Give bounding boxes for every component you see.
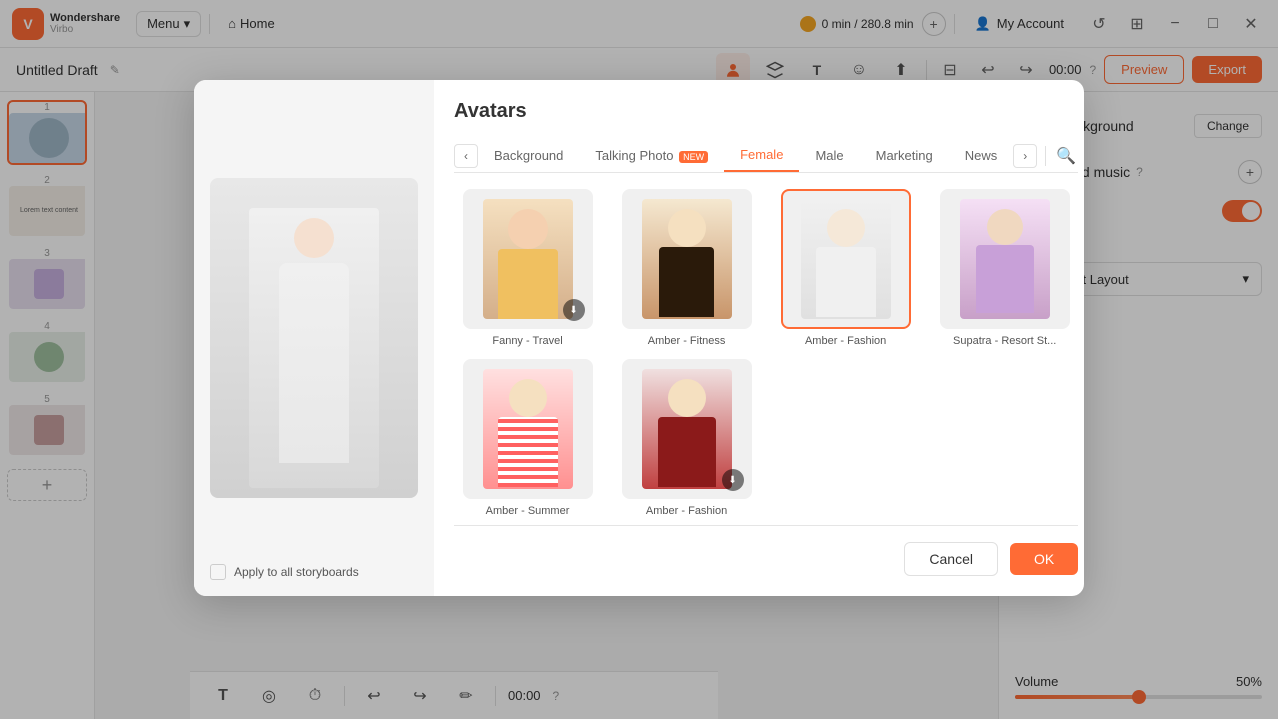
avatar-amber-fashion2-image: ⬇ bbox=[622, 359, 752, 499]
download-icon2: ⬇ bbox=[722, 469, 744, 491]
avatar-supatra-image bbox=[940, 189, 1070, 329]
tabs-next-button[interactable]: › bbox=[1013, 144, 1037, 168]
tab-background[interactable]: Background bbox=[478, 140, 579, 171]
avatar-amber-fashion2-name: Amber - Fashion bbox=[646, 505, 727, 517]
tab-female[interactable]: Female bbox=[724, 139, 799, 172]
tab-news[interactable]: News bbox=[949, 140, 1014, 171]
cancel-button[interactable]: Cancel bbox=[904, 542, 998, 576]
modal-tabs: ‹ Background Talking Photo NEW Female Ma… bbox=[454, 139, 1078, 173]
avatar-amber-fashion[interactable]: Amber - Fashion bbox=[772, 189, 919, 347]
ok-button[interactable]: OK bbox=[1010, 543, 1078, 575]
avatar-amber-fitness-image bbox=[622, 189, 752, 329]
avatar-fanny-travel-name: Fanny - Travel bbox=[492, 335, 562, 347]
avatar-supatra[interactable]: Supatra - Resort St... bbox=[931, 189, 1078, 347]
tab-search-button[interactable]: 🔍 bbox=[1054, 144, 1078, 168]
modal-content-panel: Avatars ‹ Background Talking Photo NEW F… bbox=[434, 80, 1084, 596]
avatar-grid: ⬇ Fanny - Travel Amber - Fitness bbox=[454, 189, 1078, 517]
modal-preview-panel: Apply to all storyboards bbox=[194, 80, 434, 596]
avatar-fanny-travel[interactable]: ⬇ Fanny - Travel bbox=[454, 189, 601, 347]
new-badge: NEW bbox=[679, 151, 708, 163]
avatar-amber-fitness[interactable]: Amber - Fitness bbox=[613, 189, 760, 347]
modal-footer: Cancel OK bbox=[454, 525, 1078, 576]
modal-title: Avatars bbox=[454, 100, 1078, 123]
avatar-fanny-travel-image: ⬇ bbox=[463, 189, 593, 329]
avatar-amber-fashion-name: Amber - Fashion bbox=[805, 335, 886, 347]
modal-overlay: Apply to all storyboards Avatars ‹ Backg… bbox=[0, 0, 1278, 719]
avatar-preview-image bbox=[210, 178, 418, 498]
tab-talking-photo[interactable]: Talking Photo NEW bbox=[579, 140, 724, 171]
apply-all-checkbox[interactable] bbox=[210, 564, 226, 580]
tabs-prev-button[interactable]: ‹ bbox=[454, 144, 478, 168]
tab-marketing[interactable]: Marketing bbox=[860, 140, 949, 171]
avatar-amber-fitness-name: Amber - Fitness bbox=[648, 335, 726, 347]
avatar-amber-fashion2[interactable]: ⬇ Amber - Fashion bbox=[613, 359, 760, 517]
avatar-supatra-name: Supatra - Resort St... bbox=[953, 335, 1056, 347]
apply-all-label: Apply to all storyboards bbox=[234, 565, 359, 579]
tab-male[interactable]: Male bbox=[799, 140, 859, 171]
avatar-amber-summer-name: Amber - Summer bbox=[486, 505, 570, 517]
download-icon: ⬇ bbox=[563, 299, 585, 321]
avatars-modal: Apply to all storyboards Avatars ‹ Backg… bbox=[194, 80, 1084, 596]
avatar-amber-summer[interactable]: Amber - Summer bbox=[454, 359, 601, 517]
avatar-amber-summer-image bbox=[463, 359, 593, 499]
avatar-amber-fashion-image bbox=[781, 189, 911, 329]
apply-all-row: Apply to all storyboards bbox=[210, 564, 359, 580]
